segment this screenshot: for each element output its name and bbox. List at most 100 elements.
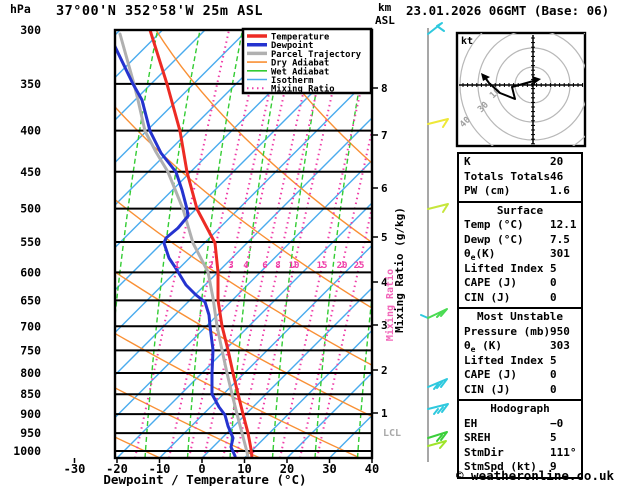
row-label: PW (cm) <box>464 184 511 197</box>
svg-text:650: 650 <box>20 293 41 307</box>
section-title: Surface <box>496 203 544 217</box>
row-label: StmDir <box>464 445 504 459</box>
mixing-axis-label: Mixing RatioMixing Ratio (g/kg) <box>384 207 406 341</box>
wind-barb-column <box>420 22 449 462</box>
datetime-title: 23.01.2026 06GMT (Base: 06) <box>406 3 610 18</box>
row-value: 5 <box>550 261 557 275</box>
row-label: CAPE (J) <box>464 276 517 289</box>
row-label: θe (K) <box>464 339 502 354</box>
skewt-sounding-screenshot: 1 2 3 4 6 8 10 15 20 25 300 350 400 450 500 550 600 650 70… <box>0 0 629 486</box>
svg-text:500: 500 <box>20 202 41 216</box>
theta-symbol: θ <box>464 247 471 260</box>
section-title: Hodograph <box>490 402 550 415</box>
hodograph: 103040kt <box>455 31 587 148</box>
svg-text:30: 30 <box>322 462 336 476</box>
svg-text:5: 5 <box>381 231 388 244</box>
svg-text:LCL: LCL <box>383 428 401 439</box>
surface-section: Surface Temp (°C) 12.1 Dewp (°C) 7.5 θe(K)… <box>459 200 581 308</box>
svg-text:10: 10 <box>289 261 300 271</box>
svg-text:850: 850 <box>20 387 41 401</box>
svg-text:1: 1 <box>381 407 388 420</box>
table-row: θe(K) 301 <box>459 247 581 262</box>
row-label: EH <box>464 416 478 430</box>
table-row: Lifted Index 5 <box>459 262 581 277</box>
svg-text:3: 3 <box>228 261 233 271</box>
row-value: 5 <box>550 431 557 444</box>
svg-text:kt: kt <box>461 36 473 47</box>
svg-text:900: 900 <box>20 407 41 421</box>
svg-text:2: 2 <box>381 364 388 377</box>
row-value: 0 <box>550 368 557 381</box>
theta-unit: (K) <box>475 339 502 352</box>
row-label: Pressure (mb) <box>464 324 551 338</box>
table-row: SREH 5 <box>459 431 581 446</box>
row-value: 0 <box>550 276 557 289</box>
row-label: CIN (J) <box>464 290 511 304</box>
row-value: 12.1 <box>550 218 577 231</box>
table-row: EH −0 <box>459 417 581 432</box>
svg-text:700: 700 <box>20 319 41 333</box>
svg-text:Mixing Ratio: Mixing Ratio <box>271 84 335 95</box>
row-label: SREH <box>464 431 491 444</box>
svg-text:300: 300 <box>20 23 41 37</box>
row-value: 301 <box>550 247 570 260</box>
row-value: 303 <box>550 339 570 352</box>
row-value: 0 <box>550 290 557 304</box>
svg-text:Mixing Ratio (g/kg): Mixing Ratio (g/kg) <box>393 207 406 333</box>
pressure-unit-label: hPa <box>10 2 31 16</box>
row-label: Lifted Index <box>464 353 544 367</box>
svg-text:1: 1 <box>174 261 179 271</box>
row-label: Temp (°C) <box>464 218 524 231</box>
row-value: 1.6 <box>550 184 570 197</box>
svg-text:4: 4 <box>243 261 249 271</box>
altitude-unit-label: km <box>378 1 392 14</box>
most-unstable-section: Most Unstable Pressure (mb) 950 θe (K) 303… <box>459 307 581 399</box>
legend: TemperatureDewpointParcel TrajectoryDry … <box>241 27 373 95</box>
svg-text:750: 750 <box>20 343 41 357</box>
row-label: CIN (J) <box>464 382 511 396</box>
svg-text:40: 40 <box>365 462 379 476</box>
svg-text:Dewpoint / Temperature (°C): Dewpoint / Temperature (°C) <box>103 472 306 486</box>
svg-text:350: 350 <box>20 77 41 91</box>
row-value: 111° <box>550 445 577 459</box>
table-row: PW (cm) 1.6 <box>459 184 581 199</box>
row-label: Lifted Index <box>464 261 544 275</box>
row-label: θe(K) <box>464 247 495 262</box>
station-title: 37°00'N 352°58'W 25m ASL <box>56 3 264 19</box>
table-row: CAPE (J) 0 <box>459 368 581 383</box>
table-row: CIN (J) 0 <box>459 291 581 306</box>
table-row: StmDir 111° <box>459 446 581 461</box>
section-title: Most Unstable <box>476 310 564 323</box>
svg-text:8: 8 <box>381 82 388 95</box>
table-row: CAPE (J) 0 <box>459 276 581 291</box>
row-label: Dewp (°C) <box>464 232 524 246</box>
theta-symbol: θ <box>464 339 471 352</box>
svg-text:2: 2 <box>208 261 213 271</box>
row-value: 20 <box>550 155 564 168</box>
svg-text:950: 950 <box>20 426 41 440</box>
indices-table: K 20 Totals Totals 46 PW (cm) 1.6 Surface T… <box>457 152 583 479</box>
svg-text:600: 600 <box>20 265 41 279</box>
svg-text:15: 15 <box>317 261 328 271</box>
svg-text:800: 800 <box>20 366 41 380</box>
hodograph-section: Hodograph EH −0 SREH 5 StmDir 111° StmSpd (… <box>459 399 581 477</box>
row-value: 950 <box>550 324 570 338</box>
copyright-footer: © weatheronline.co.uk <box>456 468 615 483</box>
summary-section: K 20 Totals Totals 46 PW (cm) 1.6 <box>459 154 581 201</box>
svg-text:6: 6 <box>262 261 267 271</box>
svg-text:400: 400 <box>20 124 41 138</box>
svg-text:550: 550 <box>20 235 41 249</box>
table-row: K 20 <box>459 155 581 170</box>
temperature-axis-labels: -30 -20 -10 0 10 20 30 40Dewpoint / Temperature… <box>64 458 379 486</box>
row-value: 0 <box>550 382 557 396</box>
svg-text:450: 450 <box>20 165 41 179</box>
table-row: Pressure (mb) 950 <box>459 325 581 340</box>
svg-text:25: 25 <box>354 261 365 271</box>
svg-text:6: 6 <box>381 182 388 195</box>
svg-text:-30: -30 <box>64 462 86 476</box>
svg-text:7: 7 <box>381 129 388 142</box>
table-row: θe (K) 303 <box>459 339 581 354</box>
pressure-axis-labels: 300 350 400 450 500 550 600 650 700 750 800 850 900 9… <box>13 23 41 458</box>
table-row: CIN (J) 0 <box>459 383 581 398</box>
row-label: K <box>464 155 471 168</box>
